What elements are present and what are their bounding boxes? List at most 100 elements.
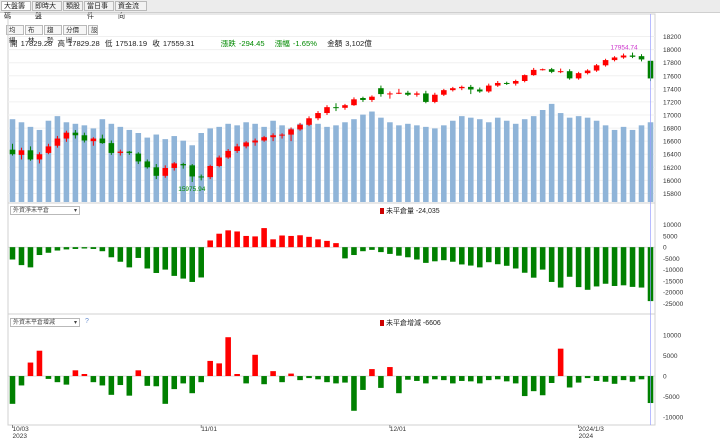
candle-body	[288, 129, 294, 135]
oi-change-bar	[584, 376, 591, 379]
oi-change-bar	[288, 373, 294, 377]
oi-change-bar	[450, 376, 456, 384]
candle-body	[521, 75, 528, 81]
oi-change-bar	[378, 376, 384, 388]
oi-bar	[153, 247, 160, 273]
oi-change-bar	[566, 376, 573, 388]
candle-body	[126, 151, 133, 153]
y-tick-label: 18200	[663, 34, 681, 41]
volume-bar	[539, 110, 546, 202]
volume-bar	[450, 120, 456, 202]
oi-bar	[45, 247, 52, 253]
oi-y-tick-label: 0	[663, 245, 667, 252]
volume-bar	[342, 122, 348, 202]
candle-body	[324, 107, 330, 114]
candle-body	[207, 166, 213, 178]
volume-bar	[126, 129, 133, 202]
oi-change-bar	[620, 376, 627, 381]
oi-bar	[351, 247, 357, 256]
candle-body	[342, 105, 348, 108]
candle-body	[9, 149, 16, 155]
oi-bar	[575, 247, 582, 288]
y-tick-label: 16000	[663, 178, 681, 185]
oi-bar	[557, 247, 564, 288]
oi-bar	[216, 233, 222, 248]
candle-body	[117, 151, 124, 153]
oi-y-tick-label: -20000	[663, 290, 684, 297]
candle-body	[530, 69, 537, 76]
oi-change-bar	[243, 376, 249, 384]
oi-bar	[198, 247, 204, 278]
oi-change-y-tick-label: -10000	[663, 414, 684, 421]
oi-bar	[27, 247, 34, 268]
oi-change-bar	[18, 376, 25, 386]
oi-bar	[548, 247, 555, 282]
oi-bar	[611, 247, 618, 286]
oi-bar	[144, 247, 151, 269]
candle-body	[548, 69, 555, 72]
candle-body	[450, 88, 456, 91]
y-tick-label: 16800	[663, 126, 681, 133]
oi-change-bar	[539, 376, 546, 396]
oi-bar	[378, 247, 384, 253]
y-tick-label: 17000	[663, 113, 681, 120]
volume-bar	[432, 128, 438, 202]
oi-bar	[476, 247, 483, 268]
volume-bar	[459, 116, 465, 202]
volume-bar	[369, 111, 375, 202]
oi-change-bar	[279, 376, 285, 383]
volume-bar	[396, 125, 402, 202]
oi-change-bar	[108, 376, 115, 395]
oi-change-bar	[485, 376, 492, 381]
oi-bar	[450, 247, 456, 262]
candle-body	[459, 86, 465, 89]
oi-bar	[369, 247, 375, 250]
volume-bar	[297, 123, 303, 202]
oi-bar	[108, 247, 115, 258]
candle-body	[54, 138, 61, 146]
candle-body	[18, 150, 25, 155]
y-tick-label: 16200	[663, 165, 681, 172]
candle-body	[45, 146, 52, 153]
volume-bar	[234, 125, 240, 202]
oi-bar	[629, 247, 636, 287]
oi-change-bar	[225, 337, 231, 377]
oi-change-bar	[81, 374, 88, 377]
candle-body	[108, 143, 115, 153]
oi-bar	[405, 247, 411, 258]
candle-body	[297, 124, 303, 130]
oi-change-bar	[342, 376, 348, 383]
oi-change-bar	[297, 376, 303, 381]
oi-y-tick-label: -5000	[663, 256, 680, 263]
oi-bar	[54, 247, 61, 251]
oi-change-bar	[503, 376, 510, 382]
oi-bar	[315, 239, 321, 248]
y-tick-label: 17600	[663, 73, 681, 80]
oi-change-bar	[252, 354, 258, 377]
oi-change-bar	[36, 350, 43, 377]
volume-bar	[387, 122, 393, 202]
candle-body	[333, 107, 339, 109]
candle-body	[414, 93, 420, 95]
oi-change-bar	[423, 376, 429, 384]
oi-bar	[467, 247, 474, 266]
volume-bar	[512, 123, 519, 202]
candle-body	[584, 70, 591, 74]
oi-bar	[503, 247, 510, 266]
oi-bar	[602, 247, 609, 284]
volume-bar	[99, 119, 106, 202]
oi-bar	[414, 247, 420, 260]
volume-bar	[252, 123, 258, 202]
oi-bar	[306, 236, 312, 248]
oi-change-bar	[476, 376, 483, 384]
oi-bar	[387, 247, 393, 254]
volume-bar	[378, 117, 384, 202]
oi-change-bar	[45, 376, 52, 379]
oi-change-y-tick-label: 10000	[663, 333, 681, 340]
candle-body	[351, 99, 357, 106]
low-annotation: 15975.94	[178, 186, 205, 193]
oi-y-tick-label: -25000	[663, 301, 684, 308]
oi-bar	[566, 247, 573, 277]
x-tick-label: 12/01	[390, 426, 407, 433]
oi-change-bar	[387, 367, 393, 377]
